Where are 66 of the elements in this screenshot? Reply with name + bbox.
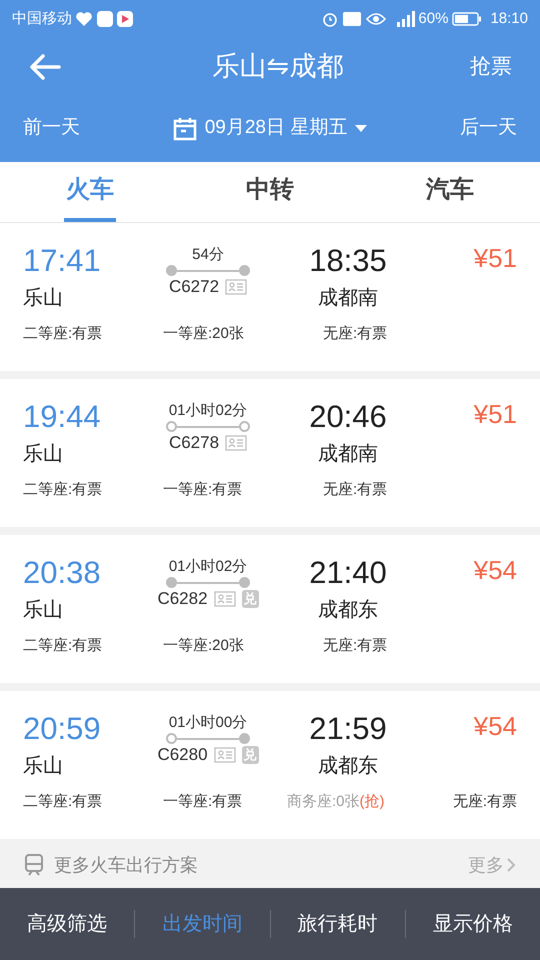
seat-availability: 无座:有票 — [323, 637, 388, 654]
seat-availability: 无座:有票 — [323, 481, 388, 498]
departure-time: 20:59 — [23, 710, 102, 748]
duration: 01小时02分 — [168, 557, 248, 577]
duration: 01小时00分 — [168, 713, 248, 733]
dropdown-caret-icon — [355, 124, 368, 132]
departure-station: 乐山 — [23, 286, 64, 311]
departure-station: 乐山 — [23, 598, 64, 623]
sort-button[interactable]: 高级筛选 — [27, 909, 108, 939]
arrival-station: 成都南 — [318, 286, 378, 311]
route-title: 乐山⇋成都 — [212, 50, 344, 84]
id-card-icon — [225, 435, 248, 451]
tab[interactable]: 汽车 — [424, 162, 476, 222]
alarm-icon — [322, 11, 338, 27]
seat-availability: 二等座:有票 — [23, 325, 102, 342]
chevron-right-icon — [506, 857, 516, 873]
arrival-time: 21:40 — [309, 554, 387, 592]
arrival-station: 成都东 — [318, 754, 378, 779]
price: ¥54 — [474, 710, 517, 743]
train-icon — [24, 854, 44, 876]
arrival-time: 21:59 — [309, 710, 387, 748]
seat-availability: 商务座:0张(抢) — [287, 793, 385, 810]
seat-availability: 二等座:有票 — [23, 481, 102, 498]
train-card[interactable]: 19:44 乐山 01小时02分 C6278 20:46 成都南 ¥51 二等座:有票 一等座:有票 无座:有票 — [0, 379, 540, 527]
eye-icon — [366, 12, 386, 26]
seat-availability: 一等座:20张 — [163, 637, 244, 654]
seat-availability: 一等座:有票 — [163, 793, 242, 810]
tab[interactable]: 中转 — [244, 162, 296, 222]
seat-availability: 二等座:有票 — [23, 793, 102, 810]
departure-time: 17:41 — [23, 242, 102, 280]
train-number: C6282 — [157, 588, 208, 610]
carrier-name: 中国移动 — [12, 8, 72, 29]
seat-availability: 无座:有票 — [452, 793, 517, 810]
price: ¥54 — [474, 554, 517, 587]
id-card-icon — [214, 591, 236, 607]
duration: 54分 — [192, 245, 224, 265]
calendar-icon — [172, 116, 197, 140]
seat-availability: 二等座:有票 — [23, 637, 102, 654]
play-app-icon — [117, 11, 133, 27]
departure-station: 乐山 — [23, 754, 64, 779]
more-options-label: 更多火车出行方案 — [54, 854, 199, 876]
heart-icon — [75, 11, 93, 27]
battery-icon — [452, 12, 482, 26]
battery-percent: 60% — [418, 8, 448, 29]
train-number: C6272 — [168, 276, 220, 298]
duration: 01小时02分 — [168, 401, 248, 421]
arrival-time: 18:35 — [309, 242, 387, 280]
id-card-icon — [225, 279, 248, 295]
arrival-time: 20:46 — [309, 398, 387, 436]
arrival-station: 成都东 — [318, 598, 378, 623]
train-number: C6278 — [168, 432, 220, 454]
arrival-station: 成都南 — [318, 442, 378, 467]
train-card[interactable]: 17:41 乐山 54分 C6272 18:35 成都南 ¥51 二等座:有票 一等座:20张 无座:有票 — [0, 223, 540, 371]
price: ¥51 — [474, 398, 517, 431]
price: ¥51 — [474, 242, 517, 275]
seat-availability: 无座:有票 — [323, 325, 388, 342]
id-card-icon — [214, 747, 236, 763]
clock-time: 18:10 — [490, 8, 528, 29]
sort-button[interactable]: 显示价格 — [432, 909, 513, 939]
sort-button[interactable]: 旅行耗时 — [298, 909, 378, 939]
departure-time: 20:38 — [23, 554, 102, 592]
departure-station: 乐山 — [23, 442, 64, 467]
seat-availability: 一等座:有票 — [163, 481, 242, 498]
train-number: C6280 — [157, 744, 208, 766]
departure-time: 19:44 — [23, 398, 102, 436]
seat-availability: 一等座:20张 — [163, 325, 244, 342]
